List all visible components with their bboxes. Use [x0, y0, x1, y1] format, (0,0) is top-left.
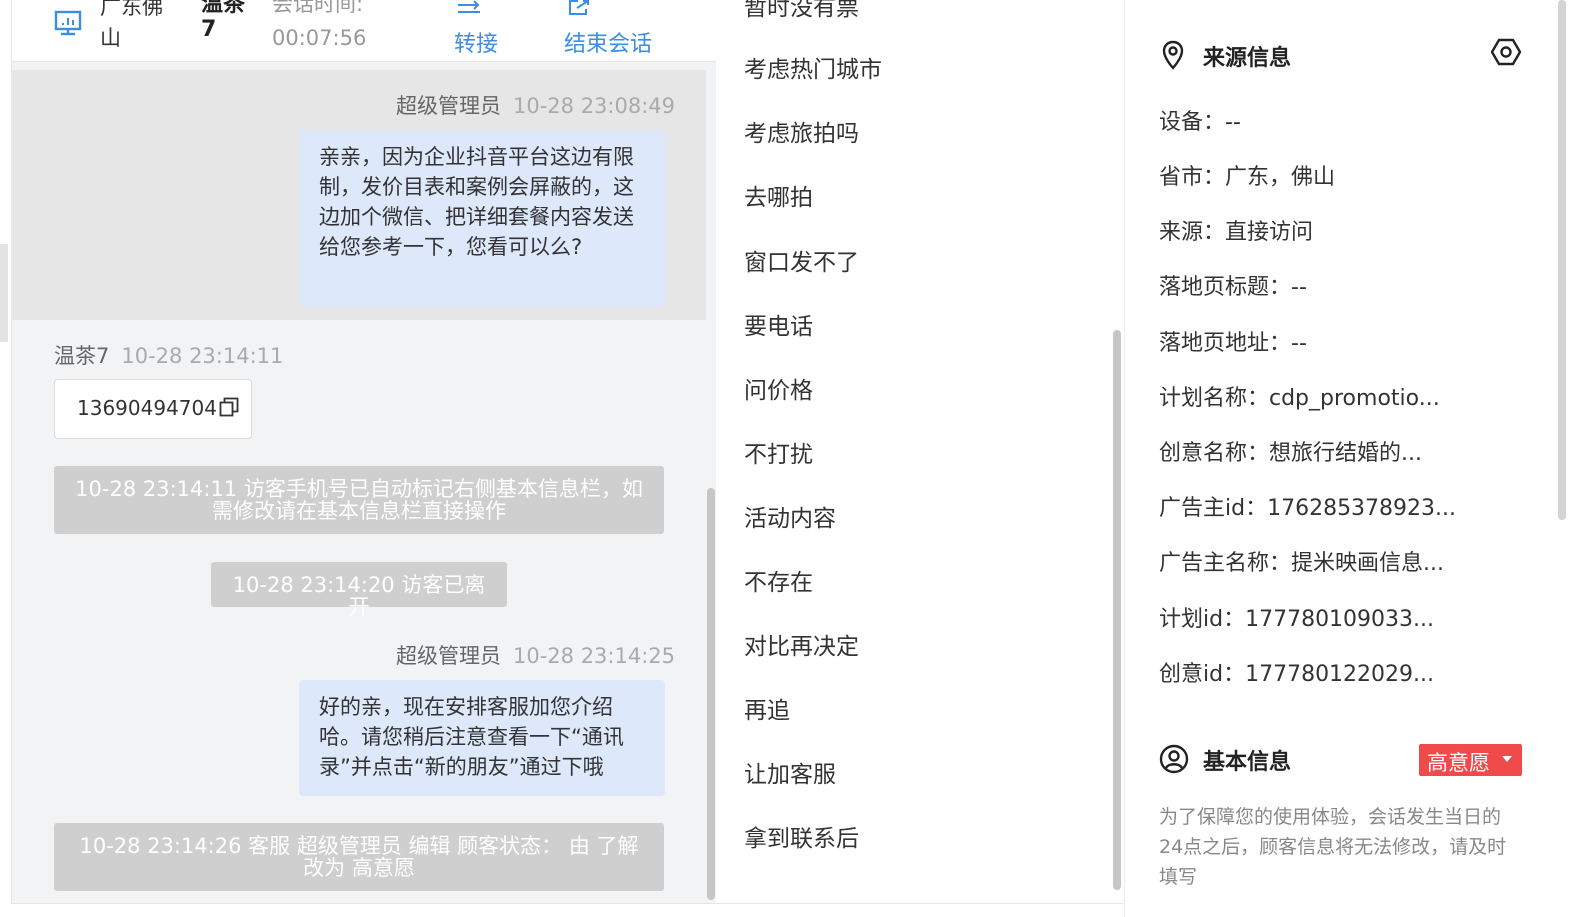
source-info-title: 来源信息 [1203, 46, 1292, 71]
quick-reply-item[interactable]: 考虑旅拍吗 [744, 114, 859, 148]
quick-reply-item[interactable]: 暂时没有票 [744, 0, 859, 22]
visitor-location: 广东佛山 [100, 0, 163, 50]
message-sender: 超级管理员 [396, 94, 501, 118]
left-edge-handle [0, 244, 8, 342]
chat-panel: 广东佛山 温茶7 会话时间: 00:07:56 转接 结束会话 超级管理员 10-… [11, 0, 716, 904]
quick-reply-item[interactable]: 活动内容 [744, 499, 836, 533]
message-time: 10-28 23:14:25 [513, 644, 676, 668]
end-session-button[interactable]: 结束会话 [564, 0, 674, 60]
message-sender: 温茶7 [54, 344, 110, 368]
visitor-message-bubble: 13690494704 [54, 379, 252, 439]
caret-down-icon [1502, 756, 1512, 762]
info-row-source: 来源：直接访问 [1159, 220, 1314, 245]
basic-info-title: 基本信息 [1203, 750, 1292, 775]
system-message: 10-28 23:14:26 客服 超级管理员 编辑 顾客状态： 由 了解 改为… [54, 823, 664, 891]
quick-reply-item[interactable]: 考虑热门城市 [744, 50, 882, 84]
agent-message-bubble: 亲亲，因为企业抖音平台这边有限制，发价目表和案例会屏蔽的，这边加个微信、把详细套… [299, 130, 665, 307]
intent-status-dropdown[interactable]: 高意愿 [1419, 744, 1522, 776]
info-row-province-city: 省市：广东，佛山 [1159, 165, 1336, 190]
quick-reply-item[interactable]: 要电话 [744, 307, 813, 341]
info-row-landing-title: 落地页标题：-- [1159, 275, 1307, 300]
session-time-value: 00:07:56 [272, 26, 367, 50]
message-meta: 超级管理员 10-28 23:08:49 [396, 90, 675, 120]
hexagon-settings-icon[interactable] [1490, 36, 1522, 68]
monitor-icon [54, 10, 82, 36]
transfer-label: 转接 [454, 32, 499, 57]
visitor-info-panel: 来源信息 设备：-- 省市：广东，佛山 来源：直接访问 落地页标题：-- 落地页… [1124, 0, 1569, 917]
visitor-name: 温茶7 [201, 0, 246, 42]
quick-reply-item[interactable]: 拿到联系后 [744, 819, 859, 853]
info-row-plan-id: 计划id：177780109033... [1159, 607, 1435, 632]
visitor-phone-number: 13690494704 [77, 396, 217, 420]
info-row-plan-name: 计划名称：cdp_promotio... [1159, 386, 1440, 411]
session-time-label: 会话时间: [272, 0, 364, 16]
chat-scrollbar[interactable] [707, 488, 715, 900]
message-meta: 温茶7 10-28 23:14:11 [54, 340, 283, 370]
bottom-divider [11, 903, 1123, 904]
system-message: 10-28 23:14:20 访客已离开 [211, 562, 507, 618]
quick-reply-item[interactable]: 让加客服 [744, 755, 836, 789]
quick-reply-item[interactable]: 问价格 [744, 371, 813, 405]
quick-reply-item[interactable]: 去哪拍 [744, 178, 813, 212]
info-row-landing-url: 落地页地址：-- [1159, 331, 1307, 356]
quick-reply-item[interactable]: 窗口发不了 [744, 243, 859, 277]
quick-reply-scrollbar[interactable] [1113, 330, 1121, 890]
user-circle-icon [1159, 744, 1189, 774]
agent-message-bubble: 好的亲，现在安排客服加您介绍哈。请您稍后注意查看一下“通讯录”并点击“新的朋友”… [299, 680, 665, 796]
message-sender: 超级管理员 [396, 644, 501, 668]
location-pin-icon [1162, 40, 1184, 70]
info-row-creative-name: 创意名称：想旅行结婚的... [1159, 441, 1422, 466]
quick-reply-item[interactable]: 再追 [744, 691, 790, 725]
end-session-label: 结束会话 [564, 32, 653, 57]
info-row-advertiser-id: 广告主id：176285378923... [1159, 496, 1457, 521]
system-message: 10-28 23:14:11 访客手机号已自动标记右侧基本信息栏，如需修改请在基… [54, 466, 664, 534]
chat-header: 广东佛山 温茶7 会话时间: 00:07:56 转接 结束会话 [12, 0, 716, 62]
message-time: 10-28 23:14:11 [121, 344, 284, 368]
info-row-advertiser-name: 广告主名称：提米映画信息... [1159, 551, 1444, 576]
quick-reply-item[interactable]: 对比再决定 [744, 627, 859, 661]
intent-status-label: 高意愿 [1427, 751, 1490, 775]
info-row-device: 设备：-- [1159, 110, 1241, 135]
transfer-icon [458, 0, 480, 13]
exit-icon [569, 0, 589, 15]
info-panel-scrollbar[interactable] [1558, 0, 1566, 520]
edit-notice: 为了保障您的使用体验，会话发生当日的24点之后，顾客信息将无法修改，请及时填写 [1159, 806, 1507, 888]
quick-reply-item[interactable]: 不存在 [744, 563, 813, 597]
quick-reply-panel: 暂时没有票 考虑热门城市 考虑旅拍吗 去哪拍 窗口发不了 要电话 问价格 不打扰… [717, 0, 1123, 904]
info-row-creative-id: 创意id：177780122029... [1159, 662, 1435, 687]
quick-reply-item[interactable]: 不打扰 [744, 435, 813, 469]
copy-icon[interactable] [219, 397, 239, 417]
transfer-button[interactable]: 转接 [454, 0, 514, 60]
message-time: 10-28 23:08:49 [513, 94, 676, 118]
message-meta: 超级管理员 10-28 23:14:25 [396, 640, 675, 670]
